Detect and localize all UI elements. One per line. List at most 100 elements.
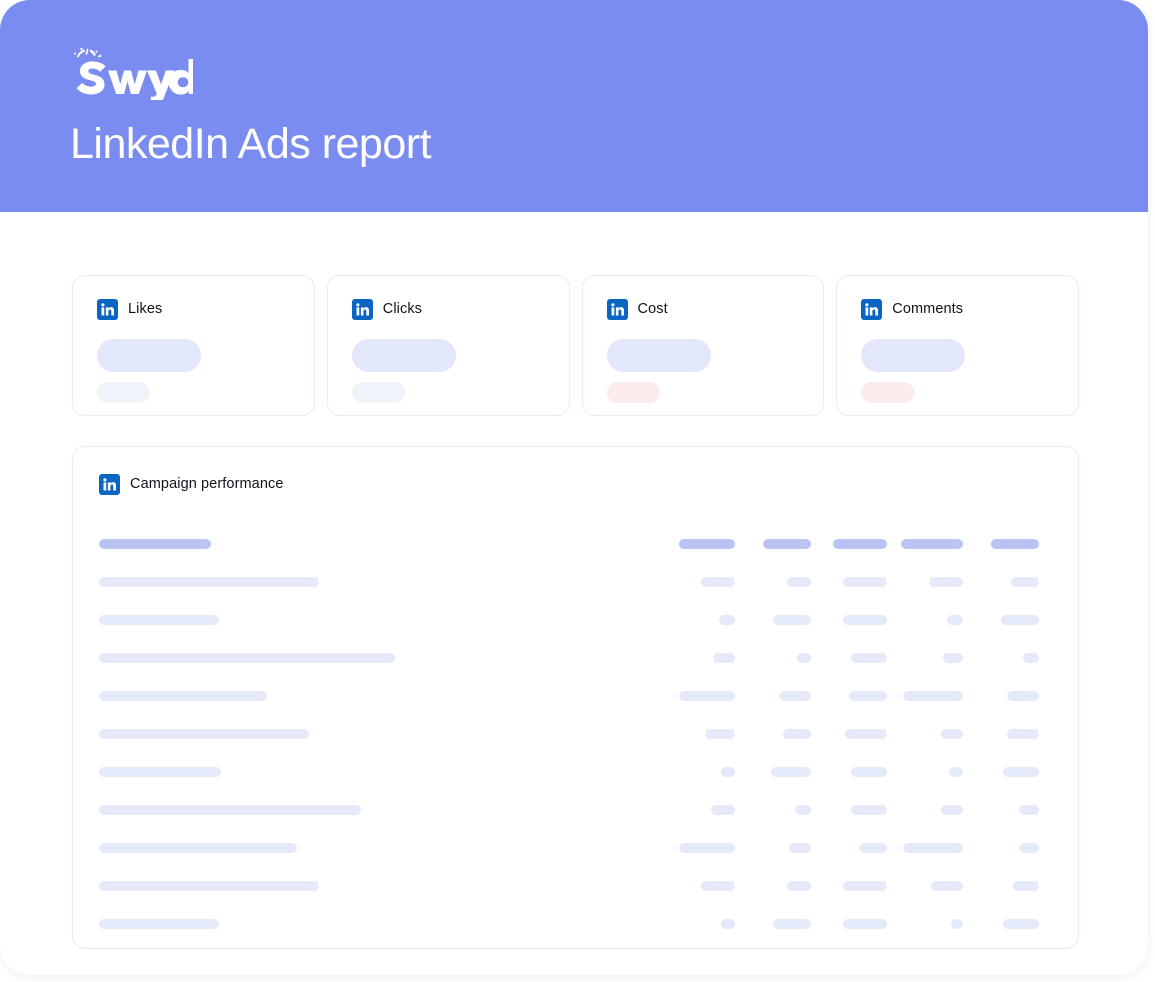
skeleton-bar [929, 577, 963, 587]
skeleton-bar [1001, 615, 1039, 625]
table-metric-cell [896, 843, 972, 853]
skeleton-bar [851, 805, 887, 815]
skeleton-bar [1019, 843, 1039, 853]
table-metric-cells [659, 729, 1048, 739]
table-metric-cell [668, 843, 744, 853]
skeleton-bar [99, 729, 309, 739]
skeleton-bar [903, 691, 963, 701]
table-metric-cell [820, 843, 896, 853]
table-row [99, 601, 1048, 639]
table-metric-cell [744, 691, 820, 701]
table-row [99, 639, 1048, 677]
kpi-card-likes[interactable]: Likes [72, 275, 315, 416]
panel-header: Campaign performance [99, 473, 1048, 495]
skeleton-bar [931, 881, 963, 891]
skeleton-bar [1007, 729, 1039, 739]
table-metric-cell [668, 615, 744, 625]
skeleton-bar [99, 615, 219, 625]
kpi-card-row: Likes Clicks Cost Comments [72, 275, 1079, 416]
table-metric-cells [659, 615, 1048, 625]
kpi-card-header: Comments [861, 298, 1054, 320]
table-metric-cells [659, 881, 1048, 891]
table-row [99, 753, 1048, 791]
table-row [99, 563, 1048, 601]
report-page: LinkedIn Ads report Likes Clicks Cost Co… [0, 0, 1155, 982]
skeleton-bar [701, 881, 735, 891]
report-header: LinkedIn Ads report [0, 0, 1148, 212]
skeleton-bar [679, 691, 735, 701]
table-label-cell [99, 577, 659, 587]
table-header-row [99, 525, 1048, 563]
table-metric-cell [896, 653, 972, 663]
table-metric-cell [668, 691, 744, 701]
table-row [99, 905, 1048, 943]
table-metric-cell [820, 767, 896, 777]
skeleton-bar [789, 843, 811, 853]
kpi-delta-placeholder [861, 382, 915, 403]
table-label-cell [99, 691, 659, 701]
table-metric-cell [820, 805, 896, 815]
kpi-card-clicks[interactable]: Clicks [326, 275, 570, 416]
kpi-delta-placeholder [606, 382, 660, 403]
skeleton-bar [99, 805, 361, 815]
table-metric-cell [744, 767, 820, 777]
table-metric-cell [668, 919, 744, 929]
kpi-card-header: Cost [606, 298, 800, 320]
table-row [99, 791, 1048, 829]
table-metric-cells [659, 767, 1048, 777]
skeleton-bar [797, 653, 811, 663]
kpi-card-label: Clicks [382, 300, 423, 317]
skeleton-bar [843, 577, 887, 587]
table-metric-cell [896, 691, 972, 701]
kpi-value-placeholder [97, 339, 201, 372]
table-metric-cell [896, 615, 972, 625]
table-metric-cell [820, 653, 896, 663]
linkedin-icon [606, 298, 628, 320]
table-label-cell [99, 729, 659, 739]
table-metric-cells [659, 539, 1048, 549]
skeleton-bar [779, 691, 811, 701]
table-label-cell [99, 767, 659, 777]
skeleton-bar [843, 881, 887, 891]
table-metric-cell [896, 767, 972, 777]
kpi-card-label: Comments [892, 300, 964, 317]
skeleton-bar [1013, 881, 1039, 891]
table-metric-cell [972, 805, 1048, 815]
table-metric-cell [668, 539, 744, 549]
table-metric-cell [896, 919, 972, 929]
kpi-card-cost[interactable]: Cost [581, 275, 825, 416]
skeleton-bar [99, 653, 395, 663]
skeleton-bar [941, 805, 963, 815]
table-metric-cell [972, 539, 1048, 549]
skeleton-bar [99, 539, 211, 549]
campaign-performance-panel: Campaign performance [72, 446, 1079, 949]
table-metric-cell [744, 539, 820, 549]
kpi-delta-placeholder [97, 382, 150, 403]
skeleton-bar [99, 919, 219, 929]
skeleton-bar [711, 805, 735, 815]
kpi-card-comments[interactable]: Comments [836, 275, 1079, 416]
table-metric-cell [744, 577, 820, 587]
table-metric-cell [668, 577, 744, 587]
skeleton-bar [851, 767, 887, 777]
skeleton-bar [719, 615, 735, 625]
linkedin-icon [99, 473, 120, 495]
table-metric-cell [820, 691, 896, 701]
kpi-card-label: Cost [637, 300, 668, 317]
skeleton-bar [721, 919, 735, 929]
skeleton-bar [845, 729, 887, 739]
table-row [99, 867, 1048, 905]
table-row [99, 715, 1048, 753]
table-metric-cell [668, 881, 744, 891]
skeleton-bar [949, 767, 963, 777]
table-metric-cells [659, 691, 1048, 701]
table-metric-cell [972, 691, 1048, 701]
table-metric-cell [896, 577, 972, 587]
skeleton-bar [941, 729, 963, 739]
table-metric-cell [820, 919, 896, 929]
skeleton-bar [1011, 577, 1039, 587]
table-metric-cell [744, 919, 820, 929]
table-metric-cell [972, 843, 1048, 853]
table-metric-cells [659, 805, 1048, 815]
table-metric-cell [820, 729, 896, 739]
